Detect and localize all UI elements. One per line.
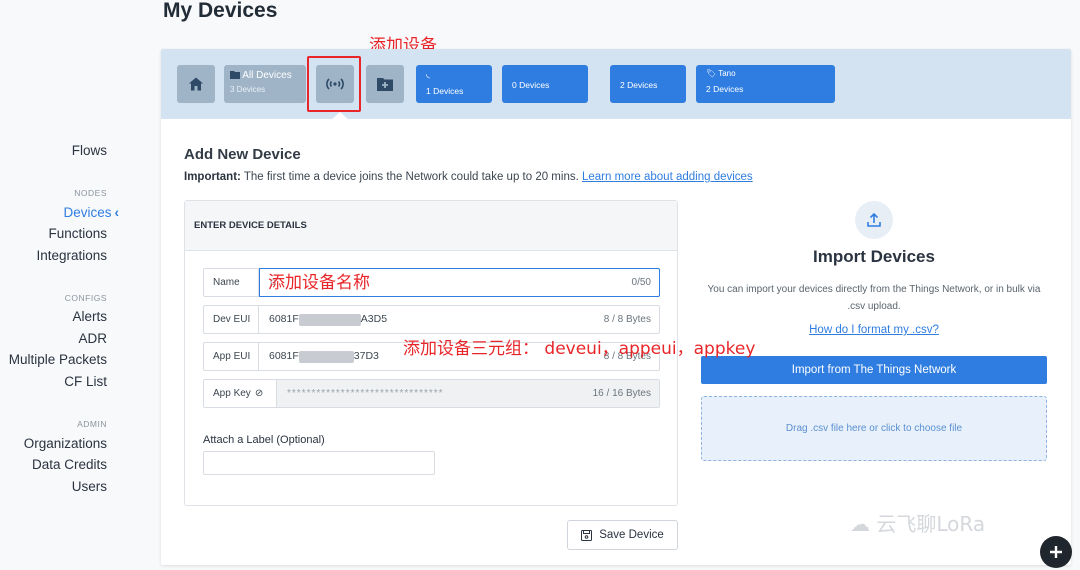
dev-eui-end: A3D5 [360, 313, 388, 326]
import-title: Import Devices [813, 247, 935, 266]
add-label-button[interactable] [366, 65, 404, 103]
sidebar-item-organizations[interactable]: Organizations [24, 436, 107, 451]
label-caption: Attach a Label (Optional) [203, 434, 325, 446]
all-devices-button[interactable]: All Devices 3 Devices [224, 65, 306, 103]
name-count: 0/50 [631, 276, 651, 288]
save-icon [581, 529, 593, 541]
watermark-text: 云飞聊LoRa [876, 512, 986, 536]
app-key-label: App Key ⊘ [204, 380, 277, 407]
label-button-1[interactable]: ◟ 1 Devices [416, 65, 492, 103]
app-eui-start: 6081F [269, 350, 299, 363]
app-eui-end: 37D3 [353, 350, 379, 363]
sidebar-item-cf-list[interactable]: CF List [64, 374, 107, 389]
important-text: The first time a device joins the Networ… [240, 171, 582, 183]
active-notch [331, 112, 349, 120]
all-devices-label: All Devices [242, 70, 292, 81]
app-key-count: 16 / 16 Bytes [592, 380, 659, 407]
sidebar-item-integrations[interactable]: Integrations [36, 248, 107, 263]
plus-icon [1050, 546, 1062, 558]
annotation-add-triplet: 添加设备三元组： deveui，appeui，appkey [403, 339, 756, 359]
dev-eui-label: Dev EUI [204, 306, 259, 333]
app-key-field[interactable]: App Key ⊘ *******************************… [203, 379, 660, 408]
csv-dropzone[interactable]: Drag .csv file here or click to choose f… [701, 396, 1047, 461]
import-description: You can import your devices directly fro… [707, 284, 1041, 312]
sidebar-item-users[interactable]: Users [72, 479, 107, 494]
label-button-4[interactable]: 🏷 Tano 2 Devices [696, 65, 835, 103]
eye-off-icon[interactable]: ⊘ [255, 388, 263, 399]
sidebar-item-adr[interactable]: ADR [78, 331, 107, 346]
folder-icon [230, 71, 240, 79]
details-header: ENTER DEVICE DETAILS [185, 201, 677, 251]
label-button-2[interactable]: 0 Devices [502, 65, 588, 103]
dev-eui-value: 6081F A3D5 [259, 313, 604, 326]
home-button[interactable] [177, 65, 215, 103]
annotation-add-device-name: 添加设备名称 [268, 273, 370, 293]
label-count-2: 0 Devices [512, 80, 550, 90]
sidebar-section-nodes: NODES [74, 188, 107, 198]
learn-more-link[interactable]: Learn more about adding devices [582, 171, 753, 183]
label-name-4: 🏷 Tano [706, 69, 736, 78]
sidebar-item-flows[interactable]: Flows [72, 143, 107, 158]
sidebar-item-functions[interactable]: Functions [48, 226, 107, 241]
sidebar-section-admin: ADMIN [77, 419, 107, 429]
sidebar-section-configs: CONFIGS [64, 293, 107, 303]
label-button-3[interactable]: 2 Devices [610, 65, 686, 103]
important-note: Important: The first time a device joins… [184, 171, 753, 183]
all-devices-title: All Devices [230, 70, 300, 81]
sidebar-item-label: Devices [63, 205, 112, 220]
all-devices-count: 3 Devices [230, 85, 266, 94]
add-device-highlight [307, 56, 361, 112]
import-ttn-button[interactable]: Import from The Things Network [701, 356, 1047, 384]
upload-icon [867, 212, 881, 227]
watermark: ☁ 云飞聊LoRa [850, 508, 985, 537]
app-key-value: ******************************** [277, 380, 593, 407]
add-fab-button[interactable] [1040, 536, 1072, 568]
sidebar-item-multiple-packets[interactable]: Multiple Packets [9, 352, 107, 367]
label-input[interactable] [203, 451, 435, 475]
label-name-1: ◟ [426, 69, 430, 80]
folder-plus-icon [377, 78, 393, 91]
label-count-4: 2 Devices [706, 84, 744, 94]
sidebar-item-alerts[interactable]: Alerts [72, 309, 107, 324]
page-title: My Devices [163, 0, 278, 22]
home-icon [189, 77, 203, 91]
save-device-label: Save Device [599, 529, 664, 541]
chevron-left-icon: ‹ [114, 205, 120, 220]
label-name-4-text: Tano [718, 69, 736, 78]
dev-eui-count: 8 / 8 Bytes [603, 314, 651, 325]
section-title: Add New Device [184, 146, 301, 163]
redacted-mask [298, 350, 354, 363]
redacted-mask [298, 313, 361, 326]
app-key-label-text: App Key [213, 388, 251, 399]
device-toolbar: All Devices 3 Devices ◟ 1 Devices 0 Devi… [161, 49, 1071, 120]
dev-eui-field[interactable]: Dev EUI 6081F A3D5 8 / 8 Bytes [203, 305, 660, 334]
wechat-icon: ☁ [850, 512, 877, 536]
import-icon-wrap [855, 201, 893, 239]
main-card: All Devices 3 Devices ◟ 1 Devices 0 Devi… [161, 49, 1071, 565]
name-label: Name [204, 269, 259, 296]
save-device-button[interactable]: Save Device [567, 520, 678, 550]
label-count-1: 1 Devices [426, 86, 464, 96]
important-label: Important: [184, 171, 241, 183]
app-eui-label: App EUI [204, 343, 259, 370]
label-count-3: 2 Devices [620, 80, 658, 90]
dev-eui-start: 6081F [269, 313, 299, 326]
sidebar: Flows NODES Devices ‹ Functions Integrati… [0, 0, 120, 570]
sidebar-item-devices[interactable]: Devices ‹ [63, 205, 119, 220]
sidebar-item-data-credits[interactable]: Data Credits [32, 457, 107, 472]
